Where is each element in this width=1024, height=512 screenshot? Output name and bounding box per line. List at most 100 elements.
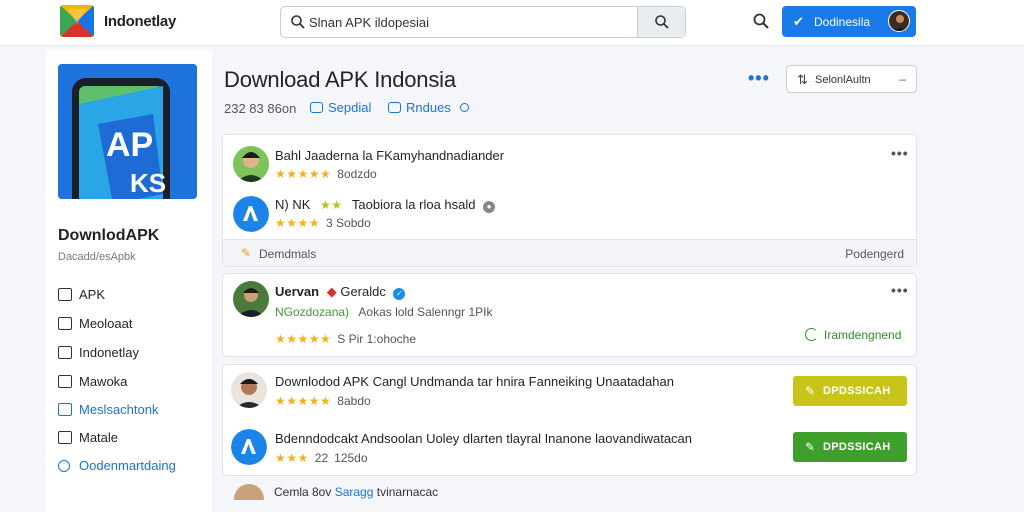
app-rating: ★★★★★ S Pir 1:ohoche xyxy=(275,332,416,346)
edit-icon xyxy=(58,317,72,330)
star-rating-icon: ★★★★★ xyxy=(275,167,332,181)
diamond-icon: ◆ xyxy=(326,284,337,299)
search-input[interactable]: Slnan APK ildopesiai xyxy=(280,6,686,38)
app-meta: 3 Sobdo xyxy=(326,216,371,230)
pencil-icon: ✎ xyxy=(805,440,816,454)
app-tags: NGozdozana) Aokas lold Salenngr 1PIk xyxy=(275,305,492,319)
more-options-icon[interactable]: ••• xyxy=(891,145,909,161)
app-meta-prefix: 22 xyxy=(314,451,329,465)
top-bar: Indonetlay Slnan APK ildopesiai ✔ Dodine… xyxy=(0,0,1024,46)
brand-name[interactable]: Indonetlay xyxy=(104,13,176,30)
app-rating: ★★★★ 3 Sobdo xyxy=(275,216,371,230)
app-rating: ★★★★★ 8odzdo xyxy=(275,167,377,181)
edit-icon xyxy=(58,431,72,444)
sidebar-subtitle: Dacadd/esApbk xyxy=(58,251,136,263)
app-title-rest: Geraldc xyxy=(340,284,386,299)
rndues-link[interactable]: Rndues xyxy=(388,100,451,115)
app-title[interactable]: Bdenndodcakt Andsoolan Uoley dlarten tla… xyxy=(275,431,692,446)
account-button[interactable]: ✔ Dodinesila xyxy=(782,6,916,37)
app-list-card: Downlodod APK Cangl Undmanda tar hnira F… xyxy=(222,364,917,476)
download-button[interactable]: ✎ DPDSSICAH xyxy=(793,432,907,462)
dash-icon: – xyxy=(899,72,906,86)
app-title-name: Uervan xyxy=(275,284,320,299)
search-icon[interactable] xyxy=(752,12,770,30)
sidebar-item-label: Indonetlay xyxy=(79,345,139,360)
svg-text:KS: KS xyxy=(130,168,166,198)
edit-icon xyxy=(58,346,72,359)
app-rating: ★★★★★ 8abdo xyxy=(275,394,371,408)
search-value: Slnan APK ildopesiai xyxy=(309,15,429,30)
download-button[interactable]: ✎ DPDSSICAH xyxy=(793,376,907,406)
star-rating-icon: ★★★ xyxy=(275,451,309,465)
sidebar-item-label: Meslsachtonk xyxy=(79,402,159,417)
app-title-rest: Taobiora la rloa hsald xyxy=(351,197,476,212)
sidebar-item-label: Matale xyxy=(79,430,119,445)
download-button-label: DPDSSICAH xyxy=(823,441,891,453)
list-item-rest: tvinarnacac xyxy=(376,485,439,499)
cloud-icon xyxy=(58,460,70,472)
search-icon xyxy=(655,15,669,29)
avatar xyxy=(888,10,910,32)
app-meta: 125do xyxy=(334,451,368,465)
sidebar-title: DownlodAPK xyxy=(58,227,160,244)
list-item-prefix: Cemla 8ov xyxy=(274,485,332,499)
app-title-prefix: N) NK xyxy=(275,197,311,212)
star-rating-icon: ★★★★★ xyxy=(275,394,332,408)
app-tag: NGozdozana) xyxy=(275,305,350,319)
chat-icon xyxy=(310,102,323,113)
sidebar-item-label: Oodenmartdaing xyxy=(79,458,176,473)
list-item-text: Cemla 8ov Saragg tvinarnacac xyxy=(274,485,438,499)
refresh-icon xyxy=(805,328,818,341)
sidebar-item-label: Mawoka xyxy=(79,374,128,389)
avatar xyxy=(233,146,269,182)
apk-logo-icon: AP xyxy=(106,126,153,164)
app-tag-rest: Aokas lold Salenngr 1PIk xyxy=(358,305,493,319)
app-meta: 8odzdo xyxy=(337,167,377,181)
pencil-icon: ✎ xyxy=(805,384,816,398)
pencil-icon: ✎ xyxy=(241,246,252,260)
sidebar: AP KS DownlodAPK Dacadd/esApbk APK Meolo… xyxy=(46,50,212,512)
special-link[interactable]: Sepdial xyxy=(310,100,371,115)
check-icon: ✔ xyxy=(793,14,804,29)
sort-dropdown-label: SelonlAultn xyxy=(815,74,871,86)
sidebar-item-label: Meoloaat xyxy=(79,316,133,331)
footer-left-text[interactable]: Demdmals xyxy=(259,247,316,261)
sort-dropdown[interactable]: ⇅ SelonlAultn – xyxy=(786,65,917,93)
edit-icon xyxy=(58,403,72,416)
circle-icon xyxy=(460,103,469,112)
special-link-label: Sepdial xyxy=(328,100,372,115)
app-meta: S Pir 1:ohoche xyxy=(337,332,417,346)
app-title[interactable]: Downlodod APK Cangl Undmanda tar hnira F… xyxy=(275,374,674,389)
list-item-link[interactable]: Saragg xyxy=(335,485,374,499)
account-button-label: Dodinesila xyxy=(814,15,871,29)
apk-logo-icon xyxy=(231,429,267,465)
search-button[interactable] xyxy=(637,7,685,37)
app-title[interactable]: N) NK ★★ Taobiora la rloa hsald ● xyxy=(275,197,496,213)
page-title: Download APK Indonsia xyxy=(224,67,456,92)
download-button-label: DPDSSICAH xyxy=(823,385,891,397)
edit-icon xyxy=(58,375,72,388)
card-footer: ✎ Demdmals Podengerd xyxy=(223,239,916,266)
more-options-icon[interactable]: ••• xyxy=(748,68,770,89)
app-rating: ★★★ 22 125do xyxy=(275,451,368,465)
star-rating-icon: ★★★★ xyxy=(275,216,321,230)
chat-icon xyxy=(388,102,401,113)
sidebar-item-label: APK xyxy=(79,287,106,302)
app-title[interactable]: Uervan ◆ Geraldc ✓ xyxy=(275,284,406,300)
app-hero-image: AP KS xyxy=(58,64,197,199)
footer-right-text[interactable]: Podengerd xyxy=(845,247,904,261)
star-icon: ★★ xyxy=(320,198,343,212)
status-label: Iramdengnend xyxy=(824,328,902,342)
sort-icon: ⇅ xyxy=(797,72,808,87)
app-list-card: Uervan ◆ Geraldc ✓ NGozdozana) Aokas lol… xyxy=(222,273,917,357)
star-rating-icon: ★★★★★ xyxy=(275,332,332,346)
avatar xyxy=(231,372,267,408)
avatar xyxy=(234,484,264,500)
app-meta: 8abdo xyxy=(337,394,371,408)
app-title[interactable]: Bahl Jaaderna la FKamyhandnadiander xyxy=(275,148,504,163)
more-options-icon[interactable]: ••• xyxy=(891,282,909,298)
search-icon xyxy=(291,15,305,29)
brand-logo-icon[interactable] xyxy=(60,5,94,37)
rndues-link-label: Rndues xyxy=(406,100,451,115)
status-badge: Iramdengnend xyxy=(805,328,901,342)
